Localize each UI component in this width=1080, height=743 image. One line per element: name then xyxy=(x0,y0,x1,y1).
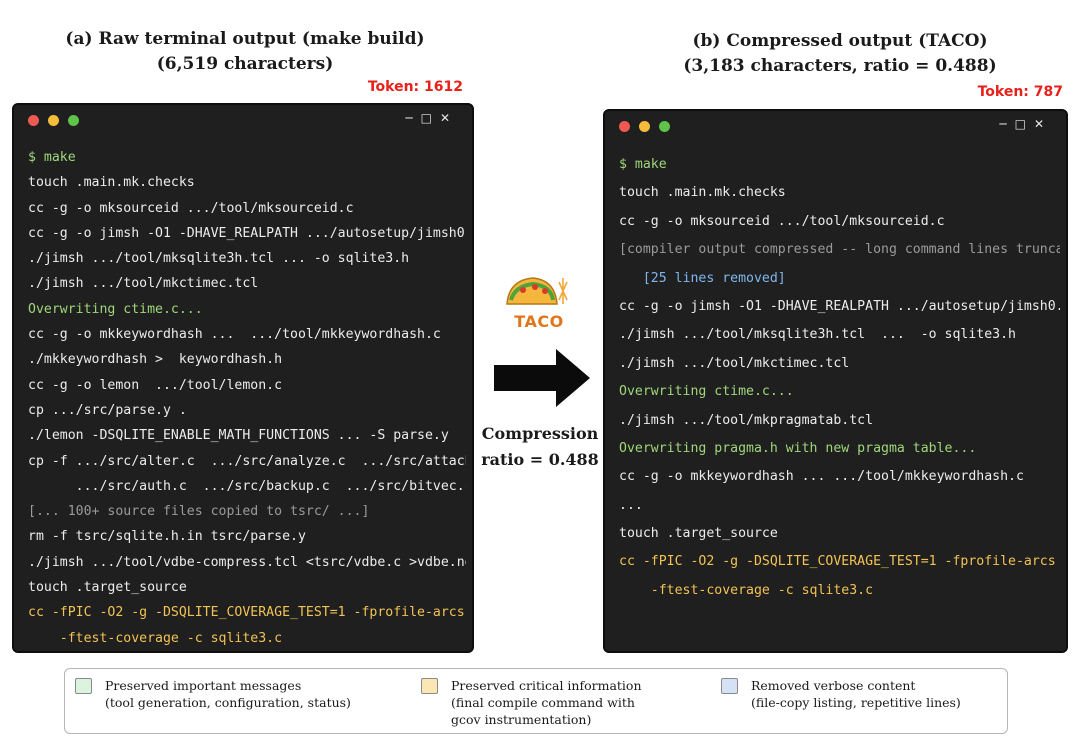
close-dot-icon[interactable] xyxy=(28,115,39,126)
terminal-line: Overwriting ctime.c... xyxy=(619,384,794,400)
terminal-line: [... 100+ source files copied to tsrc/ .… xyxy=(28,504,370,520)
close-dot-icon[interactable] xyxy=(619,121,630,132)
terminal-line: ./jimsh .../tool/mkctimec.tcl xyxy=(28,276,259,292)
terminal-line: touch .target_source xyxy=(28,580,187,596)
legend-detail: gcov instrumentation) xyxy=(451,712,592,727)
compression-line1: Compression xyxy=(481,424,599,443)
left-terminal-titlebar: ─□✕ xyxy=(14,105,472,137)
terminal-line: .../src/auth.c .../src/backup.c .../src/… xyxy=(28,478,466,494)
left-title-line2: (6,519 characters) xyxy=(156,54,334,74)
terminal-line: cc -g -o lemon .../tool/lemon.c xyxy=(28,377,283,393)
legend-swatch xyxy=(75,678,92,694)
terminal-line: ./jimsh .../tool/mkpragmatab.tcl xyxy=(619,412,874,428)
right-terminal-output: $ make touch .main.mk.checks cc -g -o mkso… xyxy=(619,151,1060,605)
left-token-count: Token: 1612 xyxy=(367,79,463,95)
compression-line2: ratio = 0.488 xyxy=(481,450,599,469)
taco-logo-text: TACO xyxy=(514,312,564,331)
legend-label: Preserved critical information xyxy=(451,678,642,693)
terminal-line: [25 lines removed] xyxy=(619,270,786,286)
legend-swatch xyxy=(421,678,438,694)
terminal-line: cp .../src/parse.y . xyxy=(28,402,187,418)
legend-swatch xyxy=(721,678,738,694)
terminal-line: ./lemon -DSQLITE_ENABLE_MATH_FUNCTIONS .… xyxy=(28,428,449,444)
left-terminal-output: $ make touch .main.mk.checks cc -g -o mkso… xyxy=(28,145,466,651)
window-controls-icon[interactable]: ─□✕ xyxy=(405,111,458,125)
left-title-line1: (a) Raw terminal output (make build) xyxy=(65,29,425,49)
terminal-line: touch .target_source xyxy=(619,526,778,542)
left-terminal-window: ─□✕ $ make touch .main.mk.checks cc -g -o … xyxy=(12,103,474,653)
terminal-line: touch .main.mk.checks xyxy=(619,185,786,201)
legend-box: Preserved important messages (tool gener… xyxy=(64,668,1008,734)
terminal-line: -ftest-coverage -c sqlite3.c xyxy=(619,582,874,598)
terminal-line: ./mkkeywordhash > keywordhash.h xyxy=(28,352,283,368)
terminal-line: ./jimsh .../tool/mkctimec.tcl xyxy=(619,355,850,371)
right-token-count: Token: 787 xyxy=(977,84,1063,100)
terminal-line: cc -g -o mksourceid .../tool/mksourceid.… xyxy=(619,213,945,229)
terminal-line: touch .main.mk.checks xyxy=(28,175,195,191)
terminal-line: $ make xyxy=(619,157,667,172)
right-title-line2: (3,183 characters, ratio = 0.488) xyxy=(683,56,997,76)
right-panel-title: (b) Compressed output (TACO) (3,183 char… xyxy=(605,29,1075,79)
maximize-dot-icon[interactable] xyxy=(68,115,79,126)
terminal-line: rm -f tsrc/sqlite.h.in tsrc/parse.y xyxy=(28,529,306,545)
legend-detail: (final compile command with xyxy=(451,695,635,710)
terminal-line: ./jimsh .../tool/vdbe-compress.tcl <tsrc… xyxy=(28,554,466,570)
taco-logo-icon xyxy=(506,277,568,305)
left-panel-title: (a) Raw terminal output (make build) (6,… xyxy=(20,27,470,77)
legend-label: Removed verbose content xyxy=(751,678,916,693)
right-terminal-titlebar: ─□✕ xyxy=(605,111,1066,143)
terminal-line: cc -fPIC -O2 -g -DSQLITE_COVERAGE_TEST=1… xyxy=(619,554,1056,570)
compression-arrow-icon xyxy=(494,349,590,407)
terminal-line: cc -g -o mkkeywordhash ... .../tool/mkke… xyxy=(619,469,1024,485)
right-title-line1: (b) Compressed output (TACO) xyxy=(692,31,988,51)
right-terminal-window: ─□✕ $ make touch .main.mk.checks cc -g -o … xyxy=(603,109,1068,653)
terminal-line: cc -g -o mkkeywordhash ... .../tool/mkke… xyxy=(28,327,441,343)
legend-detail: (file-copy listing, repetitive lines) xyxy=(751,695,961,710)
terminal-line: ./jimsh .../tool/mksqlite3h.tcl ... -o s… xyxy=(619,327,1016,343)
terminal-line: cc -fPIC -O2 -g -DSQLITE_COVERAGE_TEST=1… xyxy=(28,605,465,621)
compression-ratio-label: Compression ratio = 0.488 xyxy=(478,421,602,473)
minimize-dot-icon[interactable] xyxy=(48,115,59,126)
legend-label: Preserved important messages xyxy=(105,678,302,693)
terminal-line: ./jimsh .../tool/mksqlite3h.tcl ... -o s… xyxy=(28,251,410,267)
terminal-line: $ make xyxy=(28,150,76,165)
legend-detail: (tool generation, configuration, status) xyxy=(105,695,351,710)
terminal-line: cc -g -o mksourceid .../tool/mksourceid.… xyxy=(28,200,354,216)
terminal-line: cc -g -o jimsh -O1 -DHAVE_REALPATH .../a… xyxy=(619,298,1060,314)
terminal-line: -ftest-coverage -c sqlite3.c xyxy=(28,630,283,646)
terminal-line: Overwriting ctime.c... xyxy=(28,301,203,317)
terminal-line: [compiler output compressed -- long comm… xyxy=(619,242,1060,258)
terminal-line: cp -f .../src/alter.c .../src/analyze.c … xyxy=(28,453,466,469)
terminal-line: ... xyxy=(619,497,643,513)
minimize-dot-icon[interactable] xyxy=(639,121,650,132)
terminal-line: Overwriting pragma.h with new pragma tab… xyxy=(619,440,977,456)
window-controls-icon[interactable]: ─□✕ xyxy=(999,117,1052,131)
maximize-dot-icon[interactable] xyxy=(659,121,670,132)
terminal-line: cc -g -o jimsh -O1 -DHAVE_REALPATH .../a… xyxy=(28,225,466,241)
